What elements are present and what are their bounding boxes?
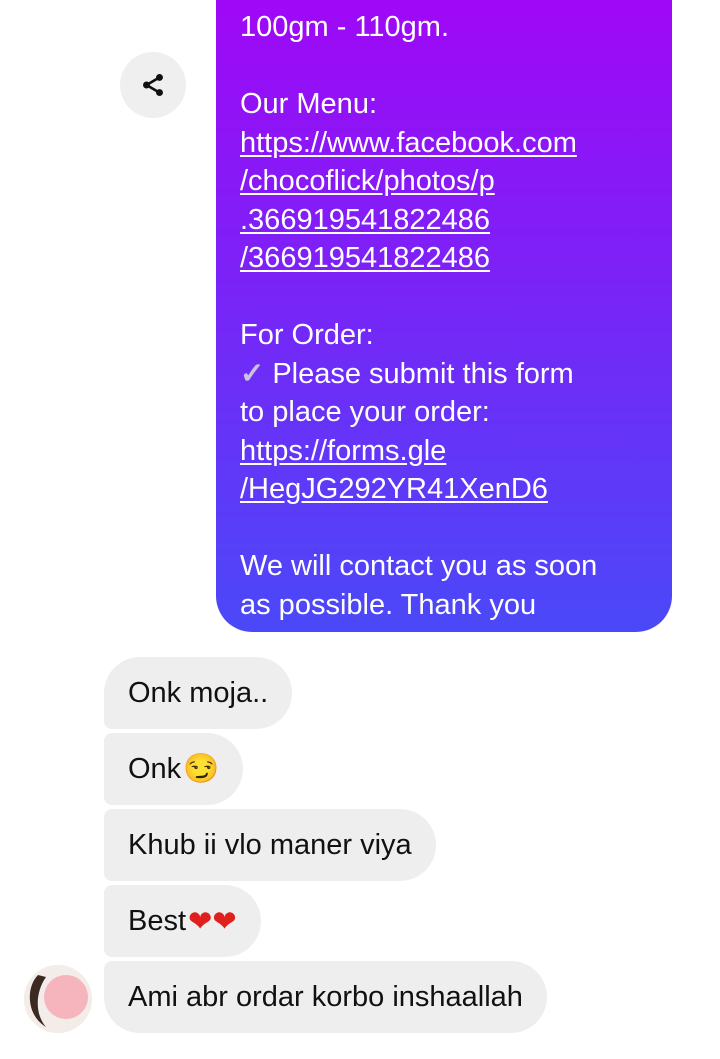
sent-message-text: 100gm - 110gm. Our Menu: https://www.fac… <box>240 8 660 624</box>
avatar-image <box>24 965 92 1033</box>
order-instruction: Please submit this form <box>272 357 574 390</box>
closing-line: as possible. Thank you <box>240 588 537 621</box>
smirk-emoji-icon: 😏 <box>183 753 220 785</box>
message-text: Onk <box>128 752 182 785</box>
form-link[interactable]: /HegJG292YR41XenD6 <box>240 473 548 505</box>
message-text: Ami abr ordar korbo inshaallah <box>128 980 523 1013</box>
menu-link[interactable]: .366919541822486 <box>240 204 490 236</box>
avatar[interactable] <box>24 965 92 1033</box>
received-message[interactable]: Onk moja.. <box>104 657 293 729</box>
received-message[interactable]: Onk 😏 <box>104 733 244 805</box>
form-link[interactable]: https://forms.gle <box>240 435 446 467</box>
share-button[interactable] <box>120 52 186 118</box>
menu-label: Our Menu: <box>240 88 377 120</box>
heart-emoji-icon: ❤❤ <box>188 905 237 938</box>
menu-link[interactable]: /chocoflick/photos/p <box>240 165 495 197</box>
share-icon <box>143 73 163 97</box>
message-text: Khub ii vlo maner viya <box>128 828 412 861</box>
menu-link[interactable]: /366919541822486 <box>240 242 490 274</box>
received-message[interactable]: Ami abr ordar korbo inshaallah <box>104 961 547 1033</box>
received-message[interactable]: Khub ii vlo maner viya <box>104 809 436 881</box>
received-message[interactable]: Best ❤❤ <box>104 885 261 957</box>
closing-line: We will contact you as soon <box>240 550 598 582</box>
menu-link[interactable]: https://www.facebook.com <box>240 127 577 159</box>
weight-line: 100gm - 110gm. <box>240 11 450 43</box>
order-instruction-cont: to place your order: <box>240 396 490 428</box>
message-text: Best <box>128 904 187 937</box>
message-text: Onk moja.. <box>128 676 269 709</box>
order-label: For Order: <box>240 319 374 351</box>
checkmark-icon: ✓ <box>240 357 265 390</box>
